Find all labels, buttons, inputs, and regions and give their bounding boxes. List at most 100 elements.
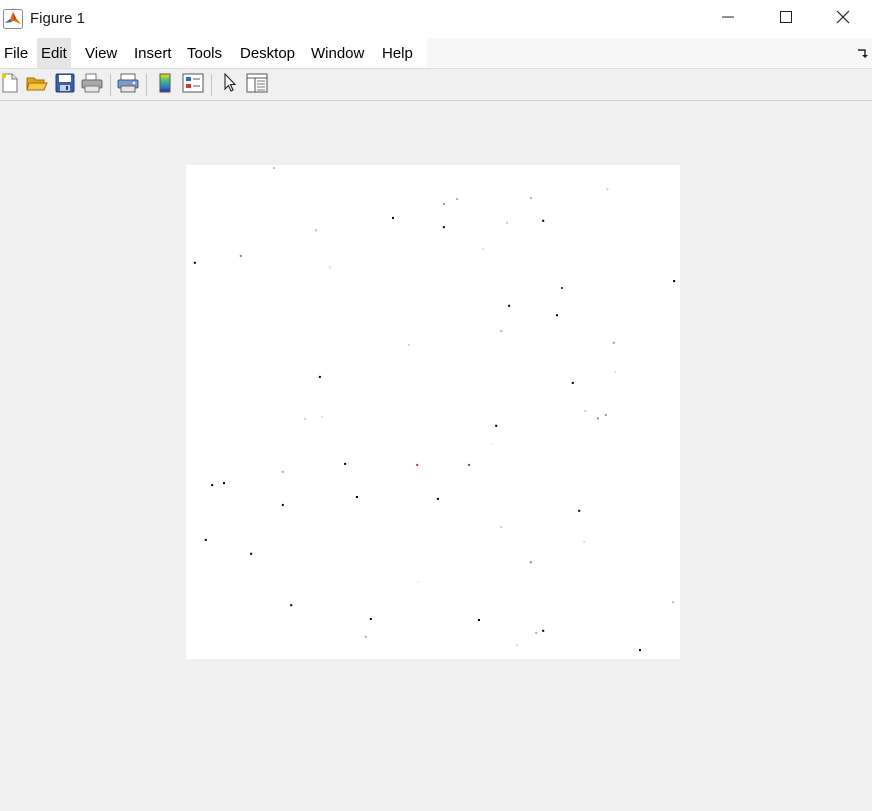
- scatter-point-22: [571, 381, 574, 384]
- toolbar-separator: [146, 74, 147, 96]
- scatter-plot: [193, 167, 676, 652]
- scatter-point-17: [556, 314, 558, 317]
- scatter-point-11: [239, 254, 242, 257]
- maximize-icon: [780, 10, 792, 28]
- window-titlebar[interactable]: Figure 1: [0, 0, 872, 38]
- scatter-point-12: [328, 266, 331, 269]
- new-figure-icon: [0, 73, 20, 98]
- scatter-point-52: [542, 629, 545, 632]
- maximize-button[interactable]: [757, 0, 815, 38]
- menu-edit[interactable]: Edit: [37, 38, 71, 68]
- toolbar-separator: [211, 74, 212, 96]
- scatter-point-53: [535, 631, 538, 634]
- scatter-point-5: [392, 216, 394, 219]
- scatter-point-24: [304, 417, 307, 420]
- scatter-point-37: [355, 496, 358, 498]
- scatter-point-51: [364, 635, 367, 638]
- scatter-point-7: [314, 229, 317, 232]
- scatter-point-33: [468, 463, 471, 466]
- scatter-point-41: [500, 526, 503, 529]
- link-plot-icon: [117, 73, 139, 98]
- scatter-point-23: [614, 371, 617, 373]
- scatter-point-55: [639, 649, 641, 652]
- matlab-icon: [3, 9, 23, 29]
- scatter-point-1: [442, 203, 445, 205]
- menu-desktop[interactable]: Desktop: [236, 38, 299, 68]
- insert-colorbar-button[interactable]: [153, 73, 177, 97]
- scatter-point-2: [456, 198, 459, 201]
- scatter-point-36: [223, 482, 225, 485]
- scatter-point-14: [673, 280, 676, 283]
- menu-view[interactable]: View: [81, 38, 121, 68]
- link-plot-button[interactable]: [116, 73, 140, 97]
- scatter-point-29: [495, 424, 498, 427]
- scatter-point-47: [672, 601, 675, 604]
- insert-legend-button[interactable]: [181, 73, 205, 97]
- scatter-point-39: [281, 503, 284, 506]
- new-figure-button[interactable]: [0, 73, 22, 97]
- open-file-icon: [26, 73, 48, 98]
- print-figure-icon: [81, 73, 103, 98]
- scatter-point-25: [320, 415, 323, 418]
- scatter-point-19: [407, 343, 410, 346]
- scatter-point-48: [290, 604, 293, 607]
- scatter-point-28: [604, 414, 607, 416]
- close-icon: [836, 10, 850, 29]
- insert-legend-icon: [182, 73, 204, 98]
- scatter-point-16: [508, 304, 511, 307]
- scatter-point-38: [436, 497, 439, 500]
- menu-window[interactable]: Window: [307, 38, 368, 68]
- scatter-point-45: [529, 561, 532, 564]
- save-figure-button[interactable]: [53, 73, 77, 97]
- plot-axes[interactable]: [186, 165, 680, 659]
- print-figure-button[interactable]: [80, 73, 104, 97]
- scatter-point-8: [506, 221, 509, 224]
- menu-tools[interactable]: Tools: [183, 38, 226, 68]
- scatter-point-49: [369, 618, 372, 620]
- scatter-point-34: [281, 470, 284, 473]
- scatter-point-44: [250, 552, 253, 555]
- scatter-point-32: [416, 463, 419, 466]
- scatter-point-26: [597, 417, 599, 420]
- close-button[interactable]: [814, 0, 872, 38]
- menu-help[interactable]: Help: [378, 38, 417, 68]
- scatter-point-10: [193, 261, 196, 264]
- scatter-point-0: [272, 167, 275, 169]
- scatter-point-15: [560, 287, 563, 289]
- dock-figure-icon[interactable]: [856, 46, 868, 58]
- scatter-point-9: [542, 219, 545, 222]
- window-title: Figure 1: [30, 10, 86, 27]
- scatter-point-27: [584, 410, 587, 412]
- minimize-icon: [722, 10, 734, 28]
- toolbar-separator: [110, 74, 111, 96]
- menu-bar: File Edit View Insert Tools Desktop Wind…: [0, 38, 872, 68]
- scatter-point-40: [578, 509, 581, 512]
- minimize-button[interactable]: [699, 0, 757, 38]
- scatter-point-4: [606, 188, 609, 191]
- open-file-button[interactable]: [25, 73, 49, 97]
- scatter-point-3: [529, 197, 532, 200]
- menu-bar-empty-area: [427, 38, 872, 68]
- scatter-point-6: [442, 226, 445, 229]
- scatter-point-30: [490, 443, 493, 446]
- scatter-point-20: [612, 341, 615, 344]
- scatter-point-21: [318, 375, 321, 378]
- save-figure-icon: [55, 73, 75, 98]
- menu-insert[interactable]: Insert: [130, 38, 176, 68]
- scatter-point-31: [344, 462, 347, 465]
- scatter-point-42: [204, 538, 207, 541]
- edit-plot-icon: [222, 72, 238, 98]
- scatter-point-50: [477, 619, 480, 621]
- scatter-point-18: [500, 330, 503, 332]
- open-property-inspector-icon: [246, 73, 268, 98]
- menu-file[interactable]: File: [0, 38, 32, 68]
- scatter-point-54: [516, 644, 518, 647]
- toolbar-border: [0, 100, 872, 101]
- scatter-point-46: [417, 580, 420, 583]
- edit-plot-button[interactable]: [218, 72, 242, 98]
- figure-toolbar: [0, 69, 872, 101]
- scatter-point-35: [211, 484, 214, 487]
- insert-colorbar-icon: [158, 73, 172, 98]
- open-property-inspector-button[interactable]: [245, 73, 269, 97]
- scatter-point-43: [583, 540, 586, 543]
